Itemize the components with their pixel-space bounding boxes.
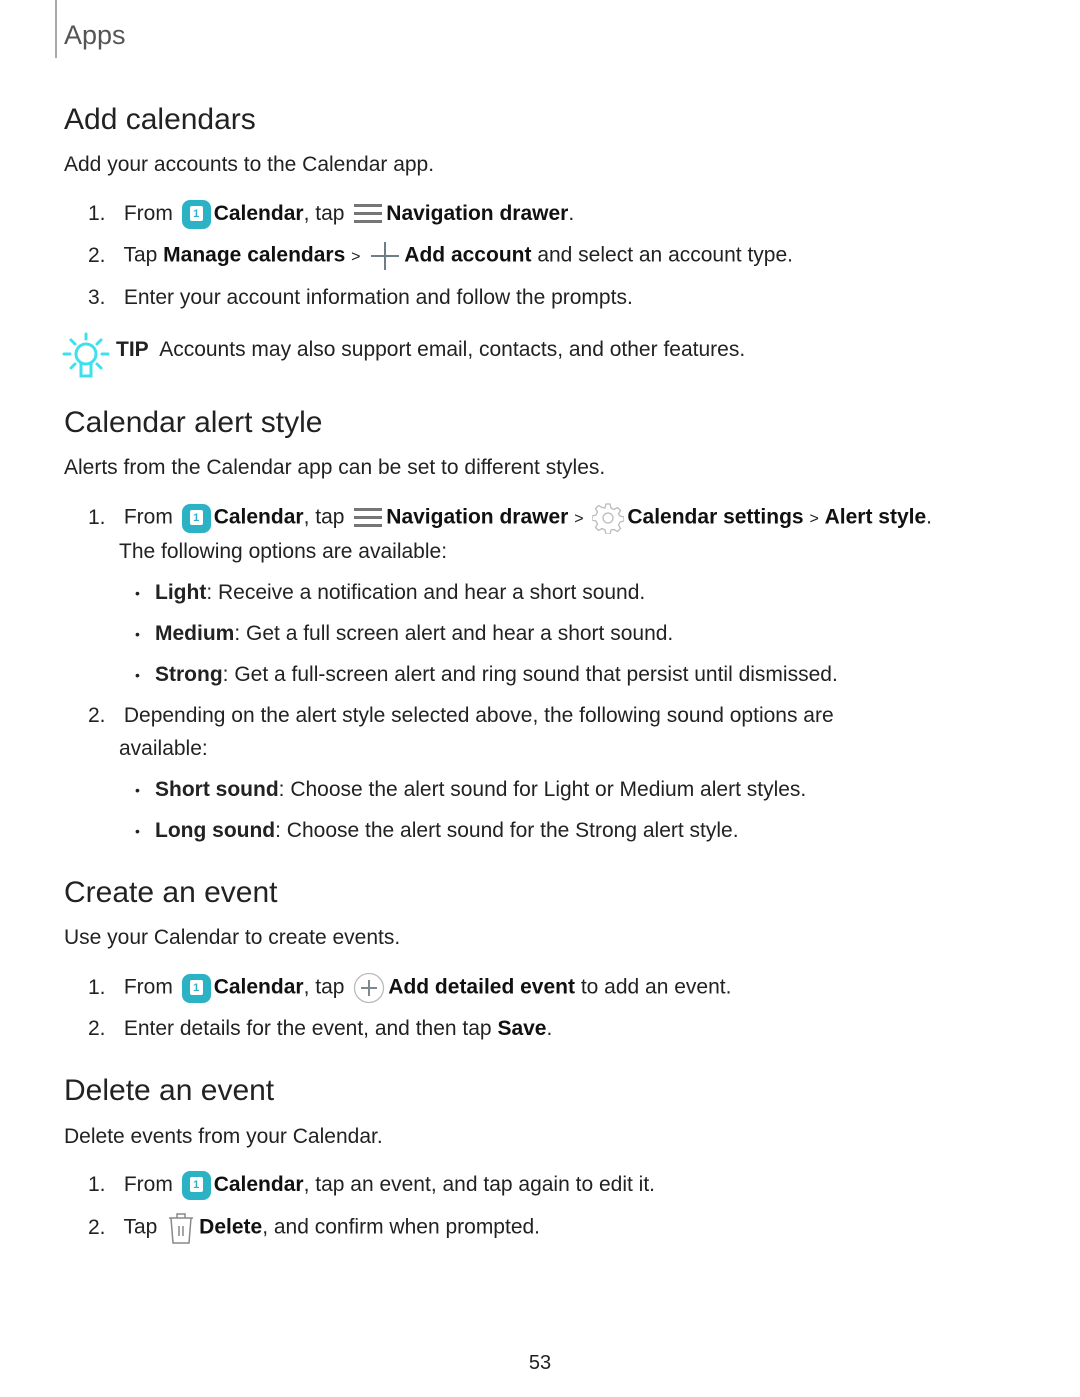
list-item: 1. From 1 Calendar, tap Navigation drawer…	[88, 502, 932, 535]
calendar-app-icon: 1	[181, 1170, 211, 1200]
list-item: 2. Tap Delete, and confirm when prompted…	[88, 1211, 540, 1245]
intro-add-calendars: Add your accounts to the Calendar app.	[64, 153, 435, 176]
heading-create-an-event: Create an event	[64, 876, 278, 909]
list-item: 1. From 1 Calendar, tap Add detailed even…	[88, 972, 731, 1004]
navigation-drawer-icon	[354, 204, 383, 224]
intro-calendar-alert-style: Alerts from the Calendar app can be set …	[64, 456, 606, 479]
step-continuation: The following options are available:	[119, 540, 448, 563]
list-item: 1. From 1 Calendar, tap an event, and tap…	[88, 1170, 655, 1200]
list-item: 3. Enter your account information and fo…	[88, 286, 633, 309]
list-item: 2. Tap Manage calendars > Add account an…	[88, 240, 793, 273]
heading-calendar-alert-style: Calendar alert style	[64, 406, 323, 439]
bullet-item: • Long sound: Choose the alert sound for …	[135, 819, 739, 842]
section-header: Apps	[64, 20, 126, 50]
bullet-item: • Short sound: Choose the alert sound for…	[135, 778, 807, 801]
intro-delete-an-event: Delete events from your Calendar.	[64, 1125, 383, 1148]
page-number: 53	[528, 1352, 552, 1374]
calendar-app-icon: 1	[181, 199, 211, 229]
step-continuation: available:	[119, 737, 208, 760]
heading-delete-an-event: Delete an event	[64, 1074, 275, 1107]
intro-create-an-event: Use your Calendar to create events.	[64, 926, 401, 949]
gear-icon	[592, 503, 625, 534]
tip-text: TIP Accounts may also support email, con…	[116, 338, 746, 361]
header-rule	[55, 0, 57, 58]
calendar-app-icon: 1	[181, 973, 211, 1003]
bullet-item: • Medium: Get a full screen alert and hea…	[135, 622, 674, 645]
bullet-item: • Strong: Get a full-screen alert and rin…	[135, 663, 838, 686]
add-circle-icon	[354, 972, 385, 1004]
navigation-drawer-icon	[354, 508, 383, 527]
list-item: 2. Enter details for the event, and then…	[88, 1017, 553, 1040]
list-item: 1. From 1 Calendar, tap Navigation drawer…	[88, 199, 574, 229]
heading-add-calendars: Add calendars	[64, 103, 256, 136]
lightbulb-tip-icon	[62, 332, 110, 378]
plus-icon	[371, 242, 400, 270]
list-item: 2. Depending on the alert style selected…	[88, 704, 834, 727]
calendar-app-icon: 1	[181, 503, 211, 533]
trash-icon	[169, 1213, 194, 1244]
bullet-item: • Light: Receive a notification and hear …	[135, 581, 646, 604]
